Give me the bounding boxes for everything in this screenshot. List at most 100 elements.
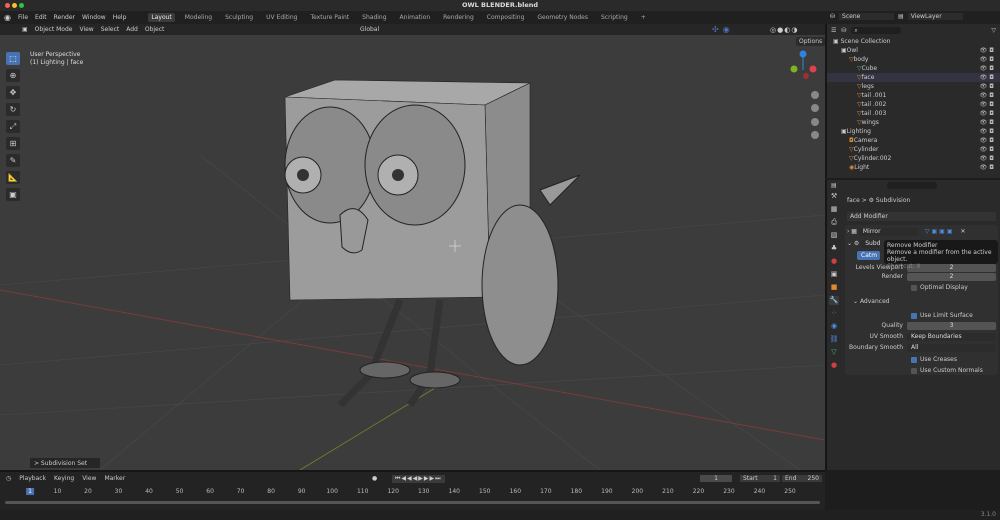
menu-help[interactable]: Help	[113, 14, 127, 21]
annotate-tool-icon[interactable]: ✎	[6, 154, 20, 167]
minimize-window-button[interactable]	[12, 3, 17, 8]
boundary-smooth-dropdown[interactable]: All	[907, 343, 996, 352]
cursor-tool-icon[interactable]: ⊕	[6, 69, 20, 82]
add-workspace-button[interactable]: +	[638, 13, 649, 22]
outliner-item[interactable]: ▽ face 👁◘	[827, 73, 1000, 82]
tab-modeling[interactable]: Modeling	[182, 13, 215, 22]
tab-geometry-nodes[interactable]: Geometry Nodes	[534, 13, 591, 22]
maximize-window-button[interactable]	[19, 3, 24, 8]
mirror-toggles[interactable]: ▽▣▣▣	[925, 228, 955, 235]
output-tab-icon[interactable]: ⎙	[829, 218, 839, 227]
visibility-icon[interactable]: 👁◘	[980, 128, 996, 135]
blender-logo-icon[interactable]: ◉	[4, 13, 11, 22]
outliner-item[interactable]: ▽ legs 👁◘	[827, 82, 1000, 91]
editor-type-icon[interactable]: ▤	[831, 182, 837, 189]
outliner-item[interactable]: ▽ tail .002 👁◘	[827, 100, 1000, 109]
subdivision-name-field[interactable]: Subd	[861, 239, 881, 248]
rotate-tool-icon[interactable]: ↻	[6, 103, 20, 116]
tab-compositing[interactable]: Compositing	[484, 13, 528, 22]
outliner-item[interactable]: ▽ body 👁◘	[827, 55, 1000, 64]
menu-render[interactable]: Render	[54, 14, 75, 21]
tab-uv-editing[interactable]: UV Editing	[263, 13, 300, 22]
collection-tab-icon[interactable]: ▣	[829, 270, 839, 279]
outliner-item[interactable]: ◘ Camera 👁◘	[827, 136, 1000, 145]
visibility-icon[interactable]: 👁◘	[980, 164, 996, 171]
menu-add[interactable]: Add	[126, 26, 138, 33]
uv-smooth-dropdown[interactable]: Keep Boundaries	[907, 332, 996, 341]
object-tab-icon[interactable]: ■	[829, 283, 839, 292]
outliner-item[interactable]: ▽ Cube 👁◘	[827, 64, 1000, 73]
measure-tool-icon[interactable]: 📐	[6, 171, 20, 184]
menu-window[interactable]: Window	[82, 14, 106, 21]
world-tab-icon[interactable]: ●	[829, 257, 839, 266]
orientation-dropdown[interactable]: Global	[360, 26, 379, 33]
menu-object[interactable]: Object	[145, 26, 165, 33]
tab-scripting[interactable]: Scripting	[598, 13, 631, 22]
tool-tab-icon[interactable]: ⚒	[829, 192, 839, 201]
timeline-scrollbar[interactable]	[5, 501, 820, 504]
frame-ruler[interactable]: 1 10 20 30 40 50 60 70 80 90 100 110 120 130 140 150 160…	[0, 472, 825, 512]
visibility-icon[interactable]: 👁◘	[980, 83, 996, 90]
outliner-item[interactable]: ▣ Owl 👁◘	[827, 46, 1000, 55]
filter-icon[interactable]: ▽	[991, 27, 996, 34]
close-window-button[interactable]	[5, 3, 10, 8]
outliner-search-input[interactable]: ⌕	[851, 27, 902, 34]
tab-texture-paint[interactable]: Texture Paint	[307, 13, 352, 22]
add-cube-tool-icon[interactable]: ▣	[6, 188, 20, 201]
display-mode-icon[interactable]: ☰	[831, 27, 836, 34]
menu-select[interactable]: Select	[101, 26, 120, 33]
add-modifier-dropdown[interactable]: Add Modifier	[847, 212, 996, 221]
outliner-item[interactable]: ▽ Cylinder.002 👁◘	[827, 154, 1000, 163]
tab-rendering[interactable]: Rendering	[440, 13, 477, 22]
view-layer-tab-icon[interactable]: ▧	[829, 231, 839, 240]
use-custom-normals-checkbox[interactable]: Use Custom Normals	[847, 366, 996, 375]
catmull-clark-button[interactable]: Catm	[857, 251, 880, 260]
quality-field[interactable]: 3	[907, 321, 996, 330]
tab-animation[interactable]: Animation	[397, 13, 434, 22]
tab-layout[interactable]: Layout	[148, 13, 175, 22]
3d-viewport[interactable]: User Perspective (1) Lighting | face Opt…	[0, 35, 825, 470]
remove-mirror-button[interactable]: ✕	[961, 228, 966, 235]
scene-selector[interactable]: Scene	[839, 13, 895, 20]
last-operator-panel[interactable]: > Subdivision Set	[30, 458, 100, 468]
visibility-icon[interactable]: 👁◘	[980, 92, 996, 99]
outliner-item[interactable]: ▣ Lighting 👁◘	[827, 127, 1000, 136]
visibility-icon[interactable]: 👁◘	[980, 155, 996, 162]
visibility-icon[interactable]: 👁◘	[980, 56, 996, 63]
visibility-icon[interactable]: 👁◘	[980, 101, 996, 108]
outliner-item[interactable]: ◉ Light 👁◘	[827, 163, 1000, 172]
use-creases-checkbox[interactable]: Use Creases	[847, 355, 996, 364]
visibility-icon[interactable]: 👁◘	[980, 65, 996, 72]
mode-dropdown[interactable]: Object Mode	[35, 26, 73, 33]
move-tool-icon[interactable]: ✥	[6, 86, 20, 99]
tab-shading[interactable]: Shading	[359, 13, 389, 22]
menu-view[interactable]: View	[79, 26, 93, 33]
outliner-item[interactable]: ▽ Cylinder 👁◘	[827, 145, 1000, 154]
visibility-icon[interactable]: 👁◘	[980, 110, 996, 117]
outliner-root[interactable]: ▣ Scene Collection	[827, 37, 1000, 46]
outliner-item[interactable]: ▽ tail .001 👁◘	[827, 91, 1000, 100]
properties-search-input[interactable]	[886, 181, 937, 189]
filter-view-icon[interactable]: ⛁	[841, 27, 846, 34]
shading-mode-buttons[interactable]: ◎●◐◑	[770, 26, 798, 34]
scene-tab-icon[interactable]: ♣	[829, 244, 839, 253]
data-tab-icon[interactable]: ▽	[829, 348, 839, 357]
material-tab-icon[interactable]: ●	[829, 361, 839, 370]
menu-edit[interactable]: Edit	[35, 14, 47, 21]
options-dropdown[interactable]: Options	[796, 37, 825, 46]
menu-file[interactable]: File	[18, 14, 28, 21]
render-tab-icon[interactable]: ▦	[829, 205, 839, 214]
visibility-icon[interactable]: 👁◘	[980, 119, 996, 126]
select-box-tool-icon[interactable]: ⬚	[6, 52, 20, 65]
visibility-icon[interactable]: 👁◘	[980, 146, 996, 153]
use-limit-surface-checkbox[interactable]: Use Limit Surface	[847, 311, 996, 320]
visibility-icon[interactable]: 👁◘	[980, 74, 996, 81]
advanced-panel-toggle[interactable]: ⌄ Advanced	[847, 297, 996, 306]
constraints-tab-icon[interactable]: ⛓	[829, 335, 839, 344]
gizmo-overlay-toggles[interactable]: ✣◉	[712, 25, 734, 34]
scale-tool-icon[interactable]: ⤢	[6, 120, 20, 133]
particles-tab-icon[interactable]: ⁘	[829, 309, 839, 318]
physics-tab-icon[interactable]: ◉	[829, 322, 839, 331]
visibility-icon[interactable]: 👁◘	[980, 47, 996, 54]
mirror-name-field[interactable]: Mirror	[858, 227, 919, 236]
